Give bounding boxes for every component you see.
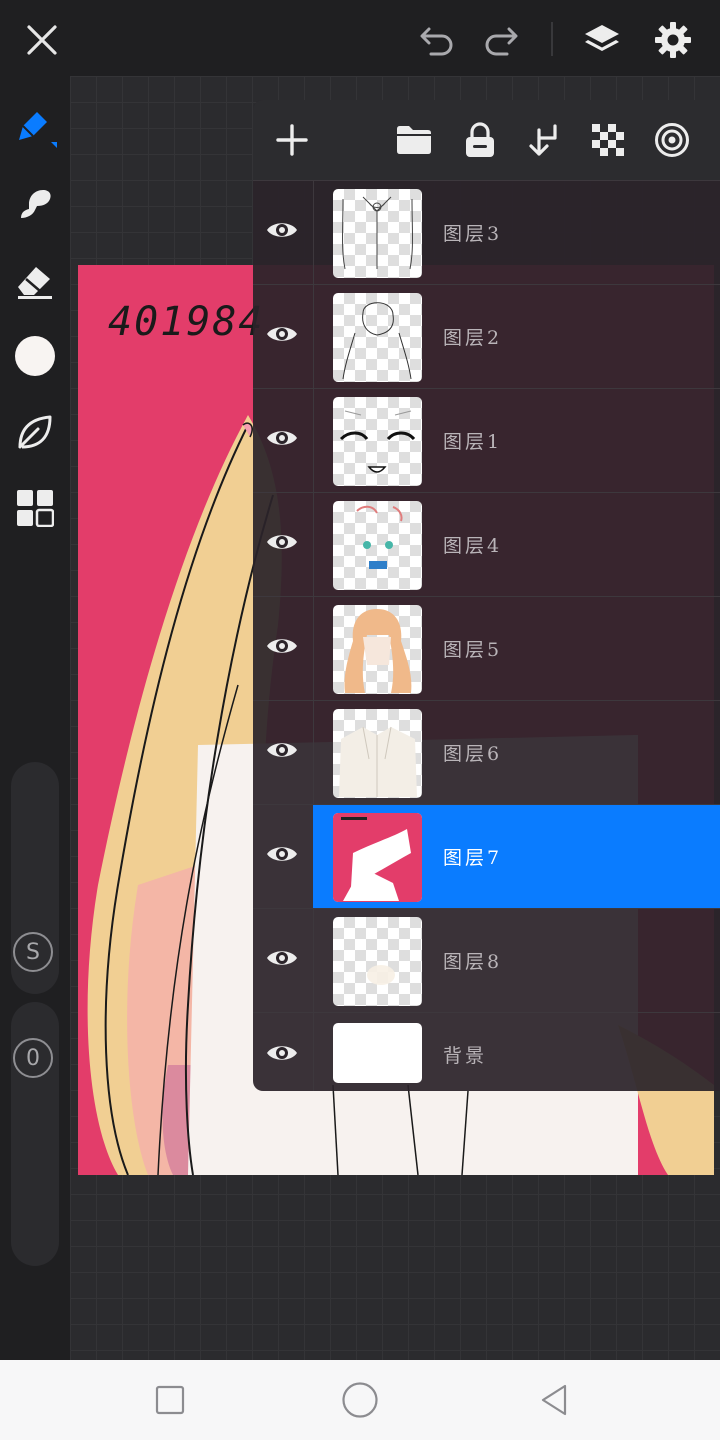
lock-icon[interactable] [456,116,504,164]
grid-icon[interactable] [11,484,59,532]
layers-toolbar [253,100,720,180]
settings-icon[interactable] [649,16,697,64]
layer-row[interactable]: 图层3 [253,180,720,284]
layer-divider [313,909,314,1012]
layer-divider [313,701,314,804]
layer-thumbnail [333,709,422,798]
recents-icon[interactable] [146,1376,194,1424]
visibility-eye-icon[interactable] [259,207,305,253]
layer-name: 图层8 [443,951,503,973]
color-swatch[interactable] [11,332,59,380]
opacity-slider-label: 0 [26,1045,40,1071]
layer-row[interactable]: 图层2 [253,284,720,388]
visibility-eye-icon[interactable] [259,311,305,357]
layer-row[interactable]: 图层8 [253,908,720,1012]
layer-name: 图层4 [443,535,503,557]
layer-name: 图层3 [443,223,503,245]
layer-thumbnail [333,189,422,278]
transparency-icon[interactable] [584,116,632,164]
layer-name: 图层2 [443,327,503,349]
layer-row[interactable]: 图层5 [253,596,720,700]
back-icon[interactable] [530,1376,578,1424]
layer-name: 图层7 [443,847,503,869]
opacity-knob[interactable]: 0 [13,1038,53,1078]
layer-row[interactable]: 图层7 [253,804,720,908]
layer-divider [313,181,314,284]
system-nav-bar [0,1360,720,1440]
visibility-eye-icon[interactable] [259,831,305,877]
folder-icon[interactable] [390,116,438,164]
visibility-eye-icon[interactable] [259,727,305,773]
pen-icon[interactable] [11,104,59,152]
size-slider-label: S [26,939,40,965]
close-icon[interactable] [18,16,66,64]
visibility-eye-icon[interactable] [259,415,305,461]
blend-icon[interactable] [648,116,696,164]
undo-icon[interactable] [413,16,461,64]
layer-divider [313,493,314,596]
opacity-slider[interactable]: 0 [11,1002,59,1266]
layer-thumbnail [333,397,422,486]
layer-thumbnail [333,813,422,902]
visibility-eye-icon[interactable] [259,623,305,669]
layer-row[interactable]: 背景 [253,1012,720,1091]
layer-row[interactable]: 图层1 [253,388,720,492]
visibility-eye-icon[interactable] [259,519,305,565]
layer-name: 图层5 [443,639,503,661]
brush-size-slider[interactable]: S [11,762,59,994]
artwork-text: 401984 [108,299,265,345]
top-bar [0,0,720,76]
layer-name: 背景 [443,1045,488,1067]
layers-icon[interactable] [578,16,626,64]
layer-divider [313,1013,314,1091]
layer-row[interactable]: 图层4 [253,492,720,596]
layer-thumbnail [333,1023,422,1083]
add-layer-icon[interactable] [268,116,316,164]
leaf-icon[interactable] [11,408,59,456]
layer-thumbnail [333,501,422,590]
layer-name: 图层6 [443,743,503,765]
layer-divider [313,389,314,492]
redo-icon[interactable] [477,16,525,64]
eraser-icon[interactable] [11,256,59,304]
tool-sidebar: S 0 [0,76,70,1360]
visibility-eye-icon[interactable] [259,935,305,981]
layers-panel: 图层3 图层2 图层1 图层4 图层5 图层6 图层7 图层8 背景 [253,100,720,1091]
layer-thumbnail [333,605,422,694]
current-color-circle [15,336,55,376]
visibility-eye-icon[interactable] [259,1030,305,1076]
layer-name: 图层1 [443,431,503,453]
layer-divider [313,285,314,388]
layer-divider [313,597,314,700]
layer-thumbnail [333,917,422,1006]
merge-down-icon[interactable] [520,116,568,164]
brush-size-knob[interactable]: S [13,932,53,972]
toolbar-divider [551,22,553,56]
smudge-icon[interactable] [11,180,59,228]
layer-row[interactable]: 图层6 [253,700,720,804]
layer-thumbnail [333,293,422,382]
home-icon[interactable] [336,1376,384,1424]
